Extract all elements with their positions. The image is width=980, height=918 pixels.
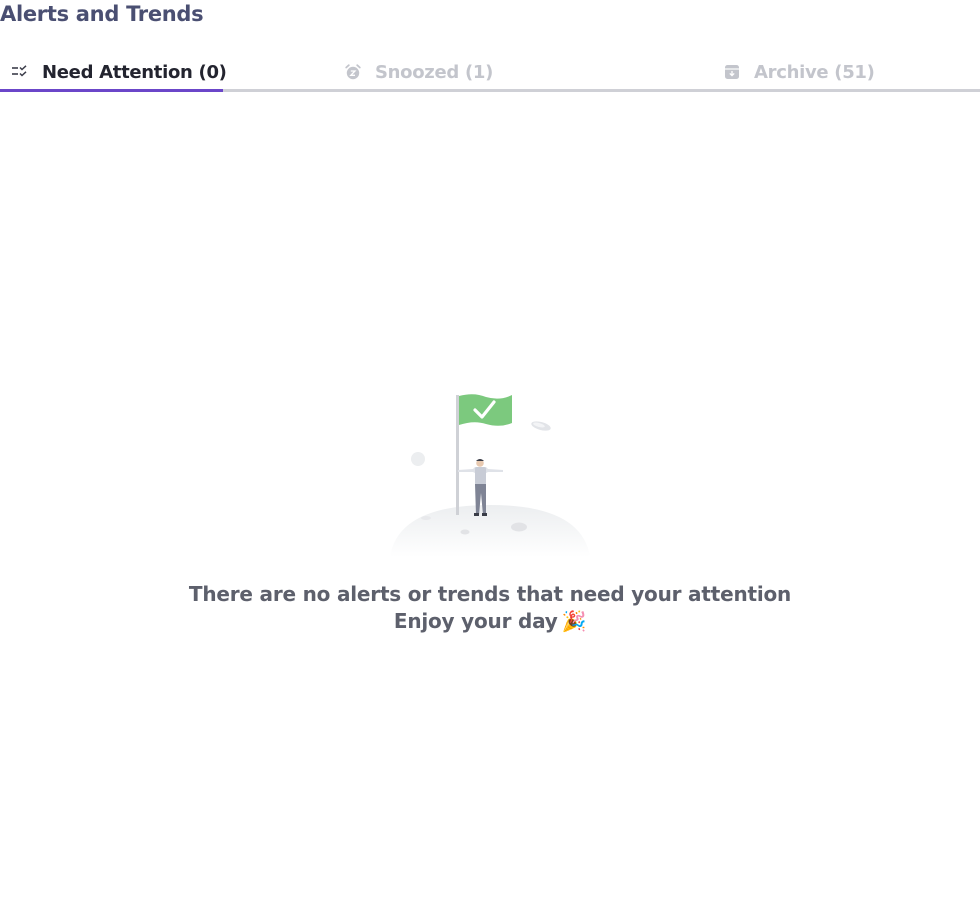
alerts-page: Alerts and Trends Need Attention (0) Sno… [0, 0, 980, 918]
tab-archive[interactable]: Archive (51) [722, 52, 875, 92]
tab-label: Snoozed (1) [375, 61, 494, 83]
page-title: Alerts and Trends [0, 2, 204, 26]
archive-box-icon [722, 62, 742, 82]
tab-bar: Need Attention (0) Snoozed (1) Archive (… [0, 52, 980, 93]
checklist-icon [10, 62, 30, 82]
tab-label: Archive (51) [754, 61, 875, 83]
alarm-clock-icon [343, 62, 363, 82]
party-popper-icon: 🎉 [561, 609, 587, 633]
person-with-flag-illustration [390, 394, 590, 557]
tab-label: Need Attention (0) [42, 61, 227, 83]
tab-snoozed[interactable]: Snoozed (1) [343, 52, 493, 92]
submessage-text: Enjoy your day [393, 609, 558, 633]
empty-state: There are no alerts or trends that need … [0, 385, 980, 635]
tab-need-attention[interactable]: Need Attention (0) [10, 52, 227, 92]
empty-state-message: There are no alerts or trends that need … [188, 582, 792, 606]
empty-state-submessage: Enjoy your day 🎉 [0, 608, 980, 635]
